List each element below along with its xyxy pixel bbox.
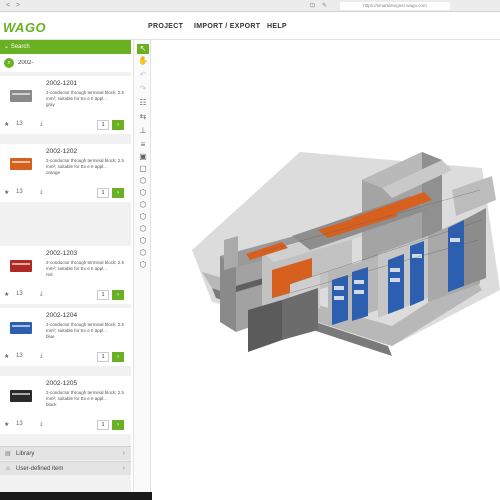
download-icon[interactable]: ⤓ [40, 353, 43, 360]
star-icon[interactable]: ★ [4, 189, 9, 196]
view-back-icon[interactable]: ⬡ [137, 224, 149, 234]
3d-viewport[interactable] [152, 40, 500, 500]
item-description: 2-conductor through terminal block; 2.5 … [46, 390, 125, 407]
sidebar: ⌄ Search ⌕ 2002-1201 2-conductor through… [0, 40, 131, 500]
view-top-icon[interactable]: ▢ [137, 164, 149, 174]
item-description: 2-conductor through terminal block; 2.5 … [46, 158, 125, 175]
view-left-icon[interactable]: ⬡ [137, 200, 149, 210]
item-description: 2-conductor through terminal block; 2.5 … [46, 322, 125, 339]
item-count: 13 [16, 121, 23, 127]
search-icon[interactable]: ⌕ [4, 58, 14, 68]
pan-tool-icon[interactable]: ✋ [137, 56, 149, 66]
dimension-icon[interactable]: ⊥ [137, 126, 149, 136]
star-icon[interactable]: ★ [4, 291, 9, 298]
add-to-cart-button[interactable]: › [112, 352, 124, 362]
browser-forward-button[interactable]: > [16, 2, 20, 10]
download-icon[interactable]: ⤓ [40, 189, 43, 196]
quantity-field[interactable]: 1 [97, 352, 109, 362]
item-title: 2002-1202 [46, 148, 78, 155]
app-root: < > ⊡ ✎ https://smartdesigner.wago.com W… [0, 0, 500, 500]
undo-icon[interactable]: ↶ [137, 70, 149, 80]
screen-bottom-edge [0, 492, 152, 500]
browser-reader-icon[interactable]: ✎ [322, 2, 327, 9]
accordion-user-defined-item[interactable]: ☺ User-defined item › [0, 461, 131, 475]
terminal-assembly-3d-image [192, 152, 500, 356]
terminal-block-thumbnail [10, 90, 32, 102]
accordion-library[interactable]: ▤ Library › [0, 446, 131, 460]
quantity-field[interactable]: 1 [97, 120, 109, 130]
view-iso-icon[interactable]: ⬡ [137, 176, 149, 186]
nav-import-export[interactable]: IMPORT / EXPORT [194, 23, 260, 30]
item-description: 2-conductor through terminal block; 2.5 … [46, 90, 125, 107]
add-to-cart-button[interactable]: › [112, 120, 124, 130]
item-footer: ★ 13 ⤓ 1 › [0, 120, 131, 132]
select-tool-icon[interactable]: ↖ [137, 44, 149, 54]
download-icon[interactable]: ⤓ [40, 121, 43, 128]
add-to-cart-button[interactable]: › [112, 420, 124, 430]
redo-icon[interactable]: ↷ [137, 84, 149, 94]
item-count: 13 [16, 421, 23, 427]
terminal-block-thumbnail [10, 390, 32, 402]
item-footer: ★ 13 ⤓ 1 › [0, 420, 131, 432]
browser-toolbar: < > ⊡ ✎ https://smartdesigner.wago.com [0, 0, 500, 12]
item-count: 13 [16, 291, 23, 297]
accordion-label: User-defined item [16, 466, 64, 472]
list-item[interactable]: 2002-1201 2-conductor through terminal b… [0, 76, 131, 134]
library-icon: ▤ [5, 451, 11, 457]
add-to-cart-button[interactable]: › [112, 188, 124, 198]
rail-icon[interactable]: ☷ [137, 98, 149, 108]
star-icon[interactable]: ★ [4, 353, 9, 360]
item-title: 2002-1201 [46, 80, 78, 87]
star-icon[interactable]: ★ [4, 121, 9, 128]
chevron-right-icon: › [122, 450, 125, 457]
align-icon[interactable]: ⇆ [137, 112, 149, 122]
browser-url-bar[interactable]: https://smartdesigner.wago.com [340, 2, 450, 10]
user-icon: ☺ [5, 466, 12, 472]
item-footer: ★ 13 ⤓ 1 › [0, 352, 131, 364]
view-right-icon[interactable]: ⬡ [137, 212, 149, 222]
item-count: 13 [16, 189, 23, 195]
view-side-icon[interactable]: ⬡ [137, 188, 149, 198]
item-title: 2002-1205 [46, 380, 78, 387]
terminal-block-thumbnail [10, 158, 32, 170]
list-item[interactable]: 2002-1203 2-conductor through terminal b… [0, 246, 131, 304]
list-item[interactable]: 2002-1205 2-conductor through terminal b… [0, 376, 131, 434]
quantity-field[interactable]: 1 [97, 420, 109, 430]
item-description: 2-conductor through terminal block; 2.5 … [46, 260, 125, 277]
quantity-field[interactable]: 1 [97, 290, 109, 300]
accordion-label: Library [16, 451, 35, 457]
item-title: 2002-1203 [46, 250, 78, 257]
wago-logo: WAGO [3, 20, 47, 35]
nav-project[interactable]: PROJECT [148, 23, 183, 30]
chevron-down-icon: ⌄ [4, 44, 10, 50]
list-item[interactable]: 2002-1202 2-conductor through terminal b… [0, 144, 131, 202]
terminal-block-thumbnail [10, 322, 32, 334]
view-iso2-icon[interactable]: ⬡ [137, 248, 149, 258]
marking-icon[interactable]: ≡ [137, 140, 149, 150]
quantity-field[interactable]: 1 [97, 188, 109, 198]
item-count: 13 [16, 353, 23, 359]
add-to-cart-button[interactable]: › [112, 290, 124, 300]
view-iso3-icon[interactable]: ⬡ [137, 260, 149, 270]
list-item[interactable]: 2002-1204 2-conductor through terminal b… [0, 308, 131, 366]
view-bottom-icon[interactable]: ⬡ [137, 236, 149, 246]
item-footer: ★ 13 ⤓ 1 › [0, 188, 131, 200]
view-front-icon[interactable]: ▣ [137, 152, 149, 162]
terminal-block-thumbnail [10, 260, 32, 272]
search-panel-header[interactable]: ⌄ Search [0, 40, 131, 54]
search-panel-label: Search [10, 44, 30, 50]
download-icon[interactable]: ⤓ [40, 291, 43, 298]
nav-help[interactable]: HELP [267, 23, 287, 30]
search-input[interactable] [18, 58, 123, 68]
item-footer: ★ 13 ⤓ 1 › [0, 290, 131, 302]
browser-back-button[interactable]: < [6, 2, 10, 10]
download-icon[interactable]: ⤓ [40, 421, 43, 428]
item-title: 2002-1204 [46, 312, 78, 319]
search-row: ⌕ [0, 54, 131, 72]
browser-share-icon[interactable]: ⊡ [310, 2, 315, 9]
tool-column: ↖ ✋ ↶ ↷ ☷ ⇆ ⊥ ≡ ▣ ▢ ⬡ ⬡ ⬡ ⬡ ⬡ ⬡ ⬡ ⬡ [133, 40, 151, 500]
star-icon[interactable]: ★ [4, 421, 9, 428]
app-header: WAGO PROJECT IMPORT / EXPORT HELP [0, 12, 500, 40]
chevron-right-icon: › [122, 465, 125, 472]
